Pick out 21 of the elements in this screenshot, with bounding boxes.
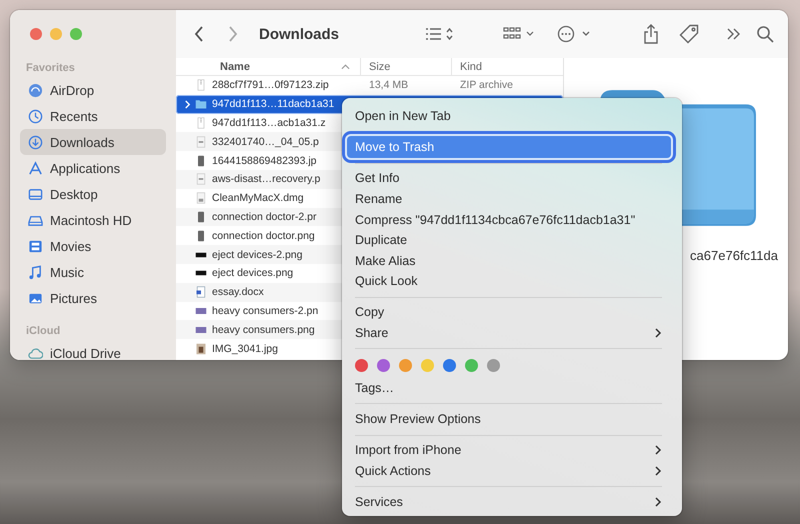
- file-name: CleanMyMacX.dmg: [212, 192, 304, 204]
- file-name: eject devices-2.png: [212, 248, 302, 261]
- file-size: 13,4 MB: [369, 79, 408, 92]
- file-name: connection doctor.png: [212, 230, 315, 242]
- file-name: 947dd1f113…acb1a31.z: [212, 116, 326, 129]
- section-header: iCloud: [25, 324, 62, 339]
- file-name: heavy consumers.png: [212, 324, 315, 336]
- file-name: ca67e76fc11da: [690, 248, 778, 263]
- file-name: 332401740…_04_05.p: [212, 136, 319, 148]
- file-name: eject devices.png: [212, 267, 294, 280]
- file-name: 288cf7f791…0f97123.zip: [212, 79, 329, 92]
- file-name: 1644158869482393.jp: [212, 154, 317, 167]
- file-name: IMG_3041.jpg: [212, 342, 278, 355]
- file-name: connection doctor-2.pr: [212, 210, 316, 223]
- section-header: Favorites: [25, 61, 76, 76]
- file-name: heavy consumers-2.pn: [212, 304, 318, 317]
- window-title: Downloads: [259, 26, 340, 42]
- file-name: essay.docx: [212, 286, 264, 298]
- file-name: aws-disast…recovery.p: [212, 173, 320, 186]
- file-kind: ZIP archive: [460, 79, 513, 92]
- file-name: 947dd1f113…11dacb1a31: [212, 98, 334, 110]
